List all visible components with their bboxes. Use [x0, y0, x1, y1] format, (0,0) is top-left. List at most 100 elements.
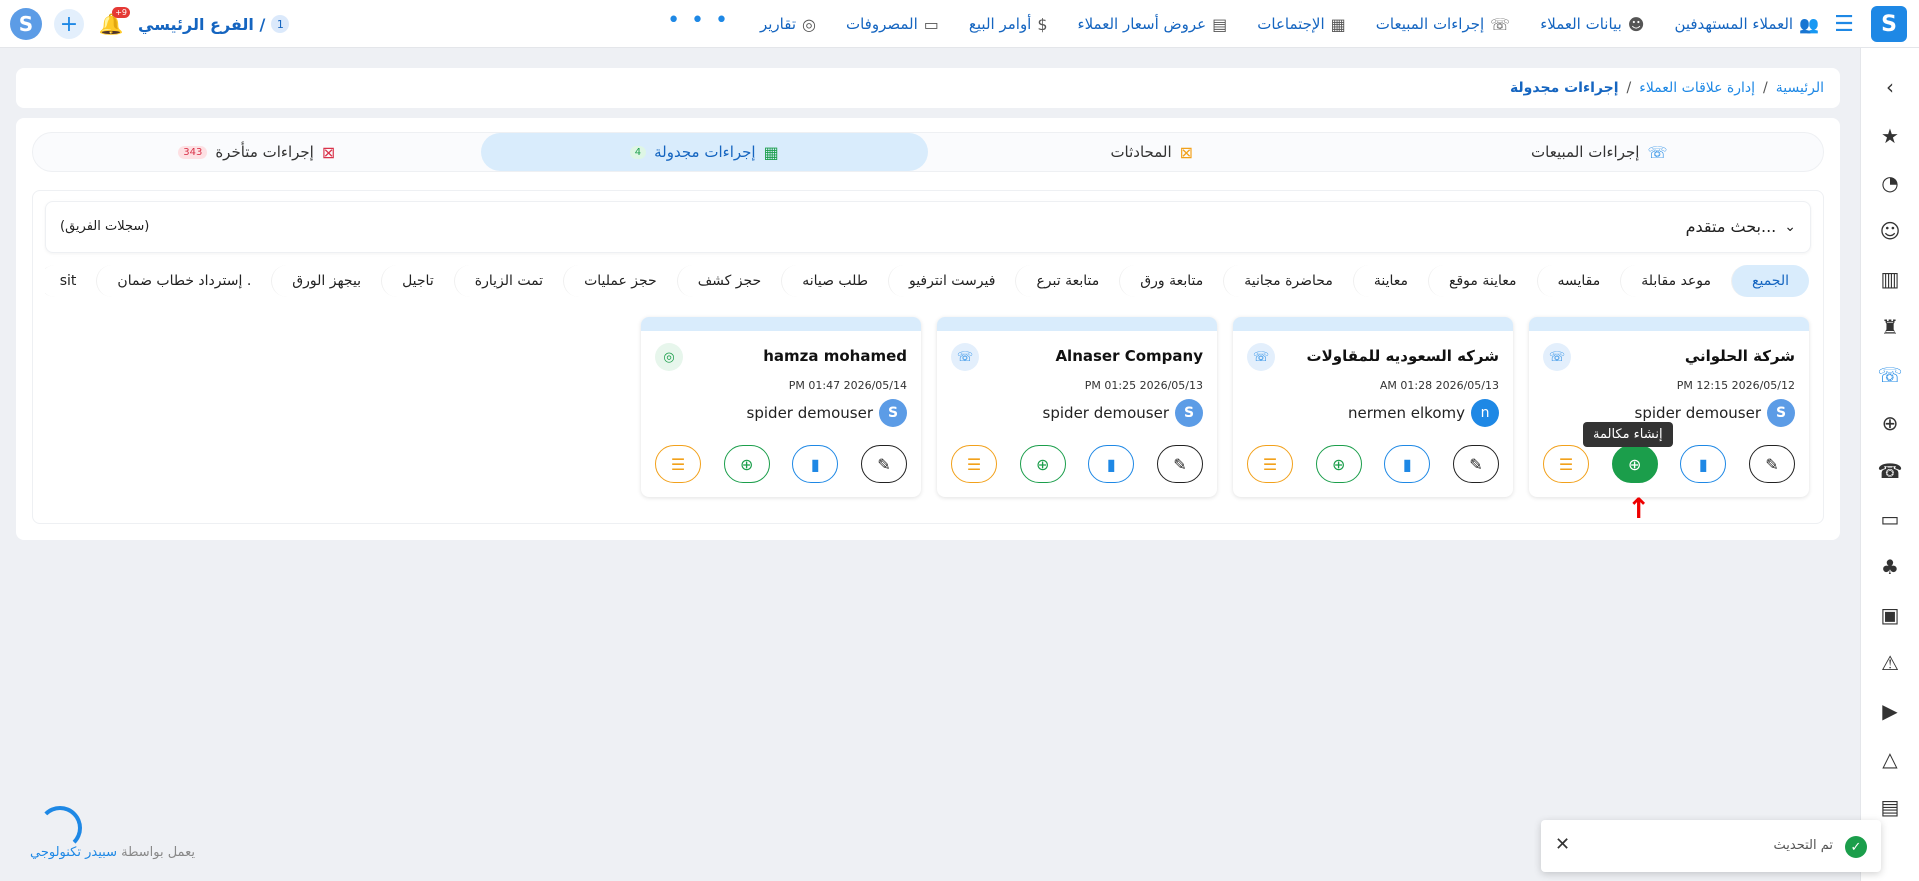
branch-label: الفرع الرئيسي /	[138, 14, 266, 34]
card-actions: ✎ ▮ ⊕ ☰	[1543, 445, 1795, 483]
edit-button[interactable]: ✎	[860, 445, 907, 483]
invoice-icon[interactable]: ▤	[1875, 792, 1905, 822]
nav-item-7[interactable]: ◎ تقارير	[760, 15, 816, 34]
calendar-x-icon: ⊠	[321, 142, 336, 162]
phone-icon[interactable]: ☏	[1247, 343, 1275, 371]
nav-item-5[interactable]: $ أوامر البيع	[969, 15, 1048, 34]
filter-chip[interactable]: موعد مقابلة	[1620, 265, 1731, 297]
edit-button[interactable]: ✎	[1452, 445, 1499, 483]
card-customer-name[interactable]: hamza mohamed	[763, 347, 907, 365]
card-customer-name[interactable]: شركة الحلواني	[1685, 347, 1795, 365]
user-logo-icon[interactable]: S	[10, 8, 42, 40]
card-user-name: spider demouser	[1042, 404, 1169, 422]
nav-item-4[interactable]: ▤ عروض أسعار العملاء	[1078, 15, 1228, 34]
card-customer-name[interactable]: شركه السعوديه للمقاولات	[1307, 347, 1500, 365]
filter-chip[interactable]: sit	[45, 265, 96, 297]
card-user: Sspider demouser	[747, 399, 907, 427]
phone-icon[interactable]: ☏	[1875, 360, 1905, 390]
filter-chip[interactable]: حجز عمليات	[563, 265, 677, 297]
top-bar: S ☰ 👥 العملاء المستهدفين ☻ بيانات العملاء ☏ إ…	[0, 0, 1919, 48]
edit-button[interactable]: ✎	[1748, 445, 1795, 483]
card-date: 2026/05/13 01:28 AM	[1379, 379, 1499, 392]
bell-icon[interactable]: 🔔 +9	[96, 7, 130, 39]
document-button[interactable]: ▮	[1384, 445, 1431, 483]
filter-chip[interactable]: معاينة موقع	[1428, 265, 1536, 297]
group-icon[interactable]: ♣	[1875, 552, 1905, 582]
filter-chip[interactable]: متابعة تبرع	[1015, 265, 1119, 297]
mountain-icon[interactable]: △	[1875, 744, 1905, 774]
collapse-chevron-icon[interactable]: ‹	[1875, 72, 1905, 102]
star-icon[interactable]: ★	[1875, 121, 1905, 151]
nav-item-3[interactable]: ▦ الإجتماعات	[1257, 15, 1346, 34]
filter-chip[interactable]: محاضرة مجانية	[1223, 265, 1353, 297]
edit-button[interactable]: ✎	[1156, 445, 1203, 483]
video-icon[interactable]: ▶	[1875, 696, 1905, 726]
nav-item-1[interactable]: ☻ بيانات العملاء	[1540, 15, 1644, 34]
filter-chip[interactable]: مقايسه	[1536, 265, 1621, 297]
nav-item-6[interactable]: ▭ المصروفات	[846, 15, 939, 34]
filter-chip[interactable]: معاينة	[1352, 265, 1428, 297]
user-logo-icon: S	[879, 399, 907, 427]
footer-brand[interactable]: سبيدر تكنولوجي	[30, 845, 117, 860]
warning-icon[interactable]: ⚠	[1875, 648, 1905, 678]
check-circle-icon: ✓	[1845, 836, 1867, 858]
filter-chip[interactable]: حجز كشف	[676, 265, 782, 297]
details-list-button[interactable]: ☰	[1543, 445, 1589, 483]
filter-chip[interactable]: طلب صيانه	[781, 265, 888, 297]
action-card: شركه السعوديه للمقاولات ☏ 2026/05/13 01:28…	[1233, 317, 1513, 497]
filter-chip[interactable]: تمت الزيارة	[453, 265, 563, 297]
document-button[interactable]: ▮	[1088, 445, 1135, 483]
app-logo-icon[interactable]: S	[1871, 6, 1907, 42]
nav-item-0[interactable]: 👥 العملاء المستهدفين	[1674, 15, 1819, 34]
dashboard-gauge-icon[interactable]: ◔	[1875, 168, 1905, 198]
card-customer-name[interactable]: Alnaser Company	[1055, 347, 1203, 365]
tab-3[interactable]: ⊠ إجراءات متأخرة 343	[33, 133, 481, 171]
building-icon[interactable]: ▥	[1875, 264, 1905, 294]
add-icon[interactable]: +	[54, 9, 84, 39]
telephone-icon[interactable]: ☎	[1875, 456, 1905, 486]
location-pin-icon[interactable]: ◎	[655, 343, 683, 371]
filter-chip[interactable]: فيرست انترفيو	[887, 265, 1015, 297]
tab-0[interactable]: ☏ إجراءات المبيعات	[1376, 133, 1824, 171]
breadcrumb-crm[interactable]: إدارة علاقات العملاء	[1639, 80, 1755, 96]
phone-icon[interactable]: ☏	[951, 343, 979, 371]
nav-item-2[interactable]: ☏ إجراءات المبيعات	[1376, 15, 1510, 34]
create-call-button[interactable]: ⊕	[1019, 445, 1066, 483]
document-button[interactable]: ▮	[1680, 445, 1727, 483]
filter-chip[interactable]: الجميع	[1731, 265, 1809, 297]
breadcrumb-home[interactable]: الرئيسية	[1776, 80, 1824, 96]
create-call-button[interactable]: ⊕	[723, 445, 770, 483]
users-icon[interactable]: ☺	[1875, 216, 1905, 246]
money-icon[interactable]: ▣	[1875, 600, 1905, 630]
user-logo-icon: S	[1175, 399, 1203, 427]
tab-1[interactable]: ⊠ المحادثات	[928, 133, 1376, 171]
create-call-button[interactable]: ⊕	[1611, 445, 1658, 483]
more-menu-icon[interactable]: • • •	[667, 8, 730, 33]
card-add-icon[interactable]: ▭	[1875, 504, 1905, 534]
advanced-search-toggle[interactable]: ⌄ بحث متقدم...	[1686, 217, 1796, 236]
filter-chip[interactable]: تاجيل	[381, 265, 454, 297]
tab-2[interactable]: ▦ إجراءات مجدولة 4	[480, 133, 928, 171]
tab-count-badge: 343	[178, 145, 208, 159]
crosshair-icon[interactable]: ⊕	[1875, 408, 1905, 438]
phone-icon[interactable]: ☏	[1543, 343, 1571, 371]
details-list-button[interactable]: ☰	[1247, 445, 1293, 483]
filter-chip[interactable]: بيجهز الورق	[271, 265, 381, 297]
advanced-search-panel[interactable]: ⌄ بحث متقدم... (سجلات الفريق)	[45, 201, 1811, 253]
branch-selector[interactable]: الفرع الرئيسي / 1	[138, 14, 290, 34]
close-icon[interactable]: ✕	[1555, 834, 1570, 855]
desk-lamp-icon[interactable]: ♜	[1875, 312, 1905, 342]
status-filter-chips: الجميع موعد مقابلة مقايسه معاينة موقع معاينة…	[45, 265, 1809, 301]
tab-label: إجراءات مجدولة	[654, 143, 756, 161]
nav-item-label: العملاء المستهدفين	[1674, 15, 1794, 33]
quote-icon: ▤	[1212, 14, 1228, 34]
details-list-button[interactable]: ☰	[951, 445, 997, 483]
create-call-button[interactable]: ⊕	[1315, 445, 1362, 483]
filter-chip[interactable]: إسترداد خطاب ضمان .	[96, 265, 271, 297]
filter-chip[interactable]: متابعة ورق	[1119, 265, 1223, 297]
card-date: 2026/05/14 01:47 PM	[788, 379, 907, 392]
document-button[interactable]: ▮	[792, 445, 839, 483]
menu-icon[interactable]: ☰	[1831, 11, 1857, 37]
top-left-group: S + 🔔 +9 الفرع الرئيسي / 1	[10, 0, 290, 48]
details-list-button[interactable]: ☰	[655, 445, 701, 483]
